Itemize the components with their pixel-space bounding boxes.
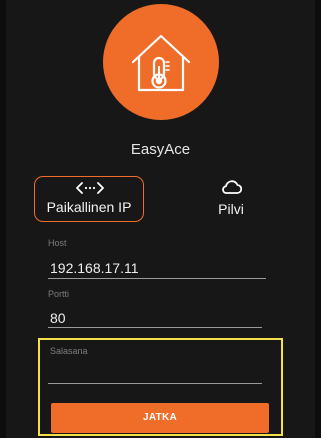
port-underline: [48, 327, 262, 328]
password-label: Salasana: [50, 346, 88, 356]
cloud-mode-label: Pilvi: [218, 201, 244, 217]
code-brackets-icon: [76, 182, 104, 194]
port-input[interactable]: [50, 310, 260, 326]
host-label: Host: [48, 238, 67, 248]
local-ip-mode-button[interactable]: Paikallinen IP: [34, 176, 144, 222]
password-input[interactable]: [50, 362, 260, 378]
port-field: Portti: [48, 289, 266, 335]
cloud-mode-button[interactable]: Pilvi: [196, 176, 266, 222]
local-ip-mode-label: Paikallinen IP: [46, 199, 132, 215]
right-edge-band: [315, 0, 321, 438]
cloud-icon: [222, 180, 242, 194]
app-name: EasyAce: [130, 141, 191, 158]
app-screen: EasyAce Paikallinen IP Pilvi Host Portti…: [0, 0, 321, 438]
password-underline: [48, 383, 262, 384]
continue-button[interactable]: JATKA: [51, 403, 269, 433]
left-edge-band: [0, 0, 6, 438]
host-input[interactable]: [50, 260, 264, 276]
host-field: Host: [48, 238, 266, 284]
password-field: Salasana: [48, 346, 266, 388]
app-logo: [103, 4, 219, 120]
host-underline: [48, 278, 266, 279]
port-label: Portti: [48, 289, 70, 299]
house-thermometer-icon: [131, 34, 191, 92]
